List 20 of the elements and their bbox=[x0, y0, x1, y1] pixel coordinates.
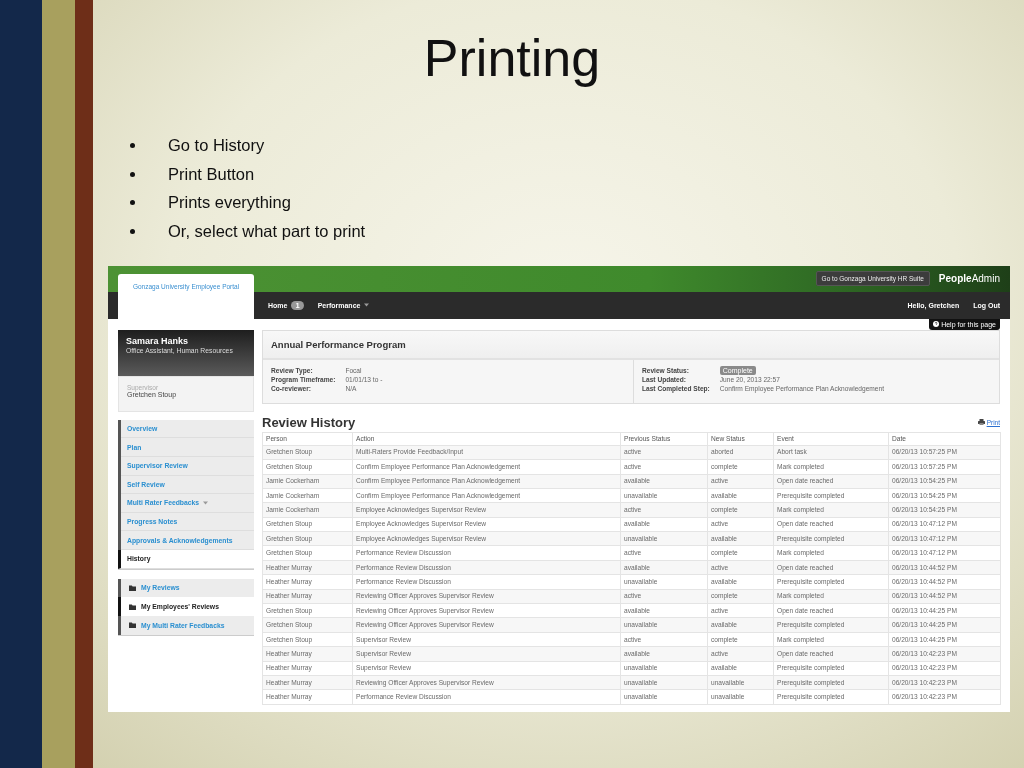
folder-icon bbox=[129, 603, 136, 610]
bullet-icon bbox=[130, 171, 135, 177]
section-title: Review History bbox=[262, 414, 356, 430]
profile-name: Samara Hanks bbox=[126, 335, 190, 346]
bullet-text: Prints everything bbox=[168, 193, 291, 213]
slide-title: Printing bbox=[423, 28, 601, 89]
caret-icon bbox=[364, 303, 370, 308]
bullet-icon bbox=[130, 228, 135, 234]
bullet-icon bbox=[130, 200, 135, 206]
caret-icon bbox=[203, 500, 209, 505]
bullet-text: Or, select what part to print bbox=[168, 221, 366, 241]
bullet-icon bbox=[130, 142, 135, 148]
printer-icon bbox=[977, 419, 985, 426]
folder-icon bbox=[129, 622, 136, 629]
panel-title: Annual Performance Program bbox=[271, 338, 406, 350]
help-icon bbox=[933, 321, 940, 328]
bullet-text: Go to History bbox=[168, 135, 265, 155]
folder-icon bbox=[129, 584, 136, 591]
brand-logo: PeopleAdmin bbox=[938, 273, 1000, 285]
bullet-text: Print Button bbox=[168, 164, 255, 184]
